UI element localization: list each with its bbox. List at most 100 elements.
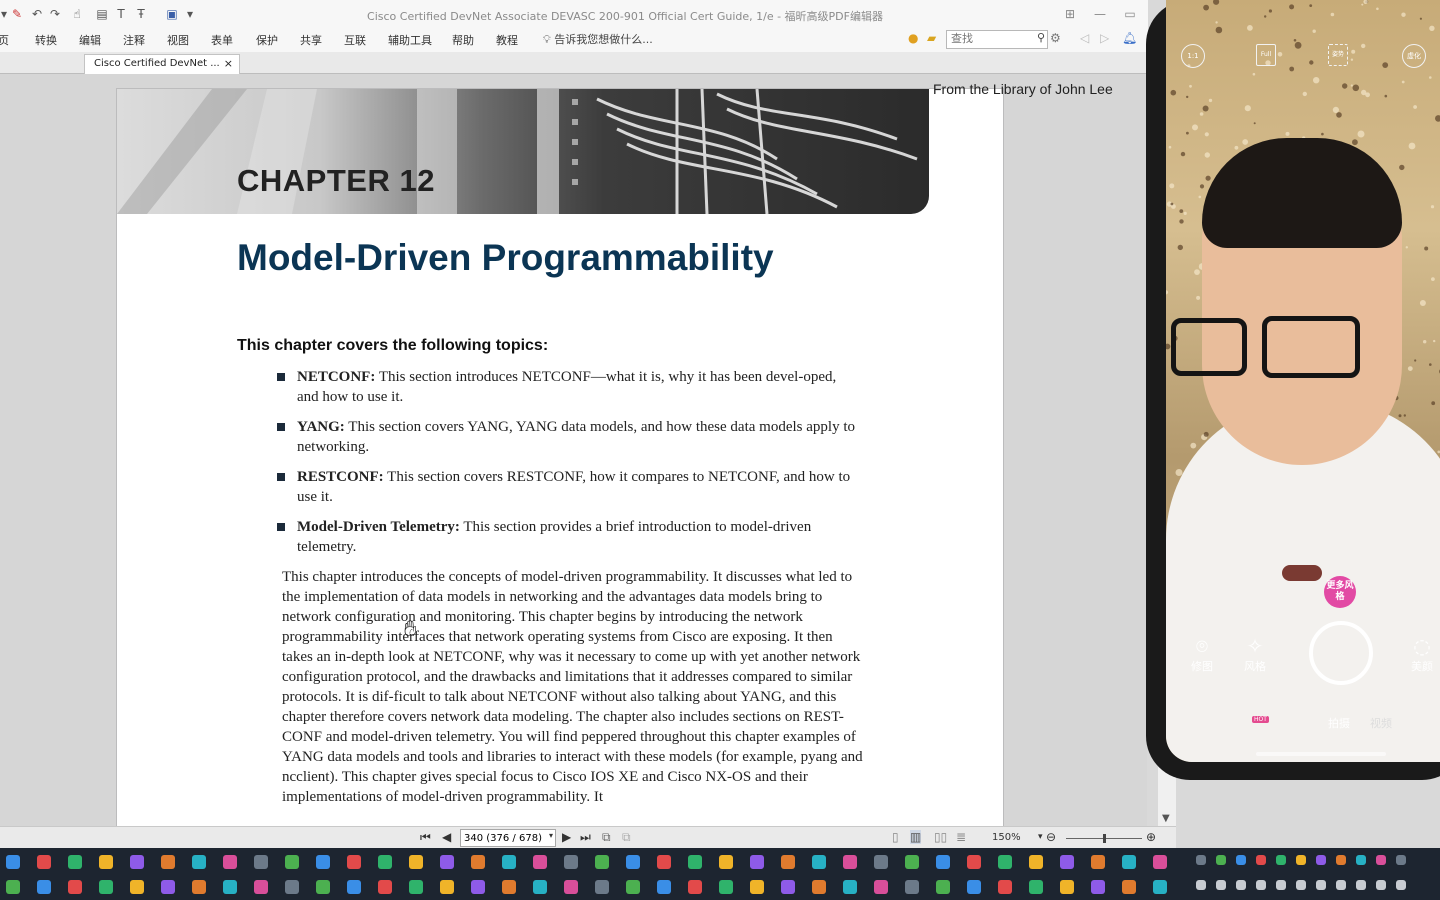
menu-connect[interactable]: 互联 — [344, 32, 366, 48]
system-tray-icon[interactable] — [1236, 855, 1246, 865]
taskbar-app-icon[interactable] — [626, 855, 640, 869]
notification-bell-icon[interactable]: 🔔︎ — [1122, 31, 1137, 45]
taskbar-app-icon[interactable] — [967, 880, 981, 894]
typewriter-icon[interactable]: T — [114, 7, 128, 21]
shutter-button[interactable] — [1309, 621, 1373, 685]
next-page-icon[interactable]: ▶ — [562, 830, 571, 844]
taskbar-app-icon[interactable] — [905, 880, 919, 894]
first-page-icon[interactable]: ⏮ — [420, 830, 431, 845]
taskbar-app-icon[interactable] — [37, 855, 51, 869]
taskbar-app-icon[interactable] — [998, 880, 1012, 894]
menu-edit[interactable]: 编辑 — [79, 32, 101, 48]
page-number-input[interactable] — [461, 831, 544, 846]
taskbar-app-icon[interactable] — [905, 855, 919, 869]
system-tray-icon[interactable] — [1296, 880, 1306, 890]
back-arrow-icon[interactable]: ◁ — [1080, 31, 1089, 45]
open-file-icon[interactable]: ✎ — [10, 7, 24, 21]
system-tray-icon[interactable] — [1336, 880, 1346, 890]
style-button[interactable]: ✧ 风格 — [1235, 634, 1275, 674]
menu-form[interactable]: 表单 — [211, 32, 233, 48]
taskbar-app-icon[interactable] — [285, 880, 299, 894]
menu-home[interactable]: 页 — [0, 32, 9, 48]
taskbar-app-icon[interactable] — [719, 880, 733, 894]
taskbar-app-icon[interactable] — [68, 855, 82, 869]
next-view-icon[interactable]: ⧉ — [622, 830, 631, 845]
taskbar-app-icon[interactable] — [471, 880, 485, 894]
home-indicator[interactable] — [1256, 752, 1386, 756]
taskbar-app-icon[interactable] — [502, 880, 516, 894]
taskbar-app-icon[interactable] — [843, 855, 857, 869]
taskbar-app-icon[interactable] — [533, 855, 547, 869]
taskbar-app-icon[interactable] — [1029, 855, 1043, 869]
taskbar-app-icon[interactable] — [6, 880, 20, 894]
taskbar-app-icon[interactable] — [285, 855, 299, 869]
mode-video[interactable]: 视频 — [1370, 715, 1392, 731]
last-page-icon[interactable]: ⏭ — [580, 830, 591, 845]
taskbar-app-icon[interactable] — [874, 855, 888, 869]
taskbar-app-icon[interactable] — [595, 855, 609, 869]
taskbar-app-icon[interactable] — [409, 880, 423, 894]
system-tray-icon[interactable] — [1216, 880, 1226, 890]
system-tray-icon[interactable] — [1396, 880, 1406, 890]
menu-convert[interactable]: 转换 — [35, 32, 57, 48]
taskbar-app-icon[interactable] — [440, 880, 454, 894]
taskbar-app-icon[interactable] — [99, 855, 113, 869]
taskbar-app-icon[interactable] — [688, 880, 702, 894]
taskbar-app-icon[interactable] — [1122, 855, 1136, 869]
taskbar-app-icon[interactable] — [595, 880, 609, 894]
mode-photo[interactable]: 拍摄 — [1328, 715, 1350, 731]
system-tray-icon[interactable] — [1256, 855, 1266, 865]
system-tray-icon[interactable] — [1376, 880, 1386, 890]
taskbar-app-icon[interactable] — [781, 880, 795, 894]
zoom-dropdown-icon[interactable]: ▾ — [1038, 832, 1043, 842]
tell-me-search[interactable]: 💡︎ 告诉我您想做什么... — [543, 31, 653, 47]
taskbar-app-icon[interactable] — [564, 880, 578, 894]
system-tray-icon[interactable] — [1396, 855, 1406, 865]
plus-circle-icon[interactable]: ⊕ — [1146, 830, 1156, 844]
scroll-down-icon[interactable]: ▼ — [1162, 813, 1170, 824]
taskbar-app-icon[interactable] — [254, 855, 268, 869]
menu-accessibility[interactable]: 辅助工具 — [388, 32, 432, 48]
taskbar-app-icon[interactable] — [378, 880, 392, 894]
taskbar-app-icon[interactable] — [812, 855, 826, 869]
taskbar-app-icon[interactable] — [1091, 855, 1105, 869]
settings-gear-icon[interactable]: ⚙ — [1050, 31, 1061, 45]
taskbar-app-icon[interactable] — [316, 880, 330, 894]
zoom-slider[interactable] — [1066, 834, 1142, 843]
previous-page-icon[interactable]: ◀ — [442, 830, 451, 844]
more-styles-badge[interactable]: 更多风格 — [1324, 576, 1356, 608]
taskbar-app-icon[interactable] — [192, 880, 206, 894]
taskbar-app-icon[interactable] — [750, 855, 764, 869]
menu-help[interactable]: 帮助 — [452, 32, 474, 48]
system-tray-icon[interactable] — [1276, 880, 1286, 890]
taskbar-app-icon[interactable] — [1153, 880, 1167, 894]
hand-tool-icon[interactable]: ☝ — [70, 7, 84, 21]
previous-view-icon[interactable]: ⧉ — [602, 830, 611, 845]
single-page-view-icon[interactable]: ▯ — [892, 830, 899, 844]
document-tab[interactable]: Cisco Certified DevNet ... × — [84, 54, 240, 74]
full-frame-icon[interactable]: Full — [1256, 44, 1276, 66]
menu-protect[interactable]: 保护 — [256, 32, 278, 48]
taskbar-app-icon[interactable] — [471, 855, 485, 869]
taskbar-app-icon[interactable] — [440, 855, 454, 869]
menu-share[interactable]: 共享 — [300, 32, 322, 48]
taskbar-app-icon[interactable] — [161, 880, 175, 894]
taskbar-app-icon[interactable] — [1153, 855, 1167, 869]
taskbar-app-icon[interactable] — [223, 855, 237, 869]
system-tray-icon[interactable] — [1196, 880, 1206, 890]
taskbar-app-icon[interactable] — [99, 880, 113, 894]
taskbar-app-icon[interactable] — [533, 880, 547, 894]
taskbar-app-icon[interactable] — [998, 855, 1012, 869]
taskbar-app-icon[interactable] — [223, 880, 237, 894]
taskbar-app-icon[interactable] — [812, 880, 826, 894]
taskbar-app-icon[interactable] — [657, 880, 671, 894]
taskbar-app-icon[interactable] — [347, 855, 361, 869]
find-input[interactable] — [947, 31, 1029, 46]
taskbar-app-icon[interactable] — [1091, 880, 1105, 894]
taskbar-app-icon[interactable] — [6, 855, 20, 869]
taskbar-app-icon[interactable] — [564, 855, 578, 869]
menu-view[interactable]: 视图 — [167, 32, 189, 48]
system-tray-icon[interactable] — [1276, 855, 1286, 865]
close-tab-icon[interactable]: × — [224, 57, 233, 70]
page-dropdown-icon[interactable]: ▾ — [549, 831, 553, 840]
